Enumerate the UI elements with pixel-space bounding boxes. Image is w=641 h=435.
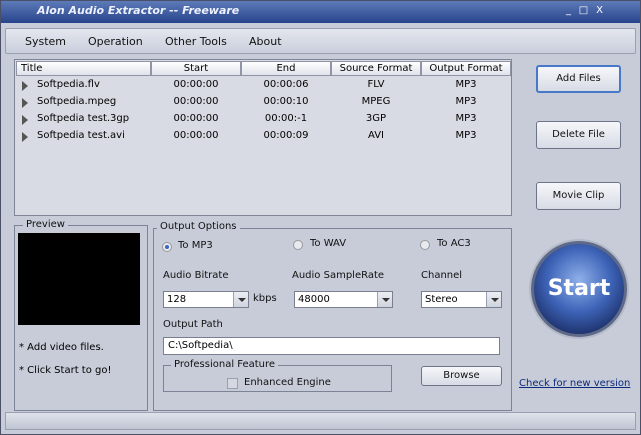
menu-about[interactable]: About bbox=[249, 35, 282, 48]
cell-start: 00:00:00 bbox=[173, 113, 219, 124]
row-arrow-icon bbox=[22, 98, 28, 108]
menu-other-tools[interactable]: Other Tools bbox=[165, 35, 227, 48]
app-window: Alon Audio Extractor -- Freeware _ □ X S… bbox=[0, 0, 641, 435]
maximize-icon[interactable]: □ bbox=[577, 5, 590, 17]
column-start[interactable]: Start bbox=[151, 61, 241, 76]
row-arrow-icon bbox=[22, 115, 28, 125]
preview-label: Preview bbox=[23, 219, 68, 230]
status-bar bbox=[5, 412, 636, 430]
row-arrow-icon bbox=[22, 132, 28, 142]
cell-start: 00:00:00 bbox=[173, 79, 219, 90]
cell-title: Softpedia.flv bbox=[37, 79, 100, 90]
output-options-label: Output Options bbox=[157, 221, 240, 232]
table-row[interactable]: Softpedia.mpeg 00:00:00 00:00:10 MPEG MP… bbox=[15, 94, 511, 110]
cell-start: 00:00:00 bbox=[173, 130, 219, 141]
add-files-button[interactable]: Add Files bbox=[536, 65, 621, 93]
minimize-icon[interactable]: _ bbox=[562, 5, 575, 17]
note-add-files: * Add video files. bbox=[19, 342, 104, 353]
file-list[interactable]: Title Start End Source Format Output For… bbox=[14, 59, 512, 216]
radio-ac3-label[interactable]: To AC3 bbox=[437, 238, 471, 249]
cell-source: MPEG bbox=[361, 96, 391, 107]
radio-mp3-label[interactable]: To MP3 bbox=[178, 240, 213, 251]
check-new-version-link[interactable]: Check for new version bbox=[519, 378, 630, 389]
channel-value: Stereo bbox=[425, 294, 458, 305]
chevron-down-icon[interactable] bbox=[377, 292, 392, 307]
audio-samplerate-select[interactable]: 48000 bbox=[294, 291, 393, 308]
browse-button[interactable]: Browse bbox=[421, 366, 502, 386]
row-arrow-icon bbox=[22, 81, 28, 91]
cell-end: 00:00:06 bbox=[263, 79, 309, 90]
table-row[interactable]: Softpedia test.3gp 00:00:00 00:00:-1 3GP… bbox=[15, 111, 511, 127]
cell-output: MP3 bbox=[455, 96, 477, 107]
column-end[interactable]: End bbox=[241, 61, 331, 76]
enhanced-engine-checkbox[interactable] bbox=[227, 378, 238, 389]
radio-mp3[interactable] bbox=[162, 242, 172, 252]
cell-output: MP3 bbox=[455, 130, 477, 141]
cell-output: MP3 bbox=[455, 113, 477, 124]
menu-system[interactable]: System bbox=[25, 35, 66, 48]
note-click-start: * Click Start to go! bbox=[19, 365, 112, 376]
enhanced-engine-label[interactable]: Enhanced Engine bbox=[244, 377, 331, 388]
start-button-label: Start bbox=[547, 276, 611, 301]
delete-file-button[interactable]: Delete File bbox=[536, 121, 621, 149]
column-output-format[interactable]: Output Format bbox=[421, 61, 511, 76]
channel-select[interactable]: Stereo bbox=[421, 291, 502, 308]
column-title[interactable]: Title bbox=[16, 61, 151, 76]
radio-ac3[interactable] bbox=[420, 240, 430, 250]
table-row[interactable]: Softpedia test.avi 00:00:00 00:00:09 AVI… bbox=[15, 128, 511, 144]
cell-source: AVI bbox=[368, 130, 384, 141]
output-path-input[interactable]: C:\Softpedia\ bbox=[163, 337, 500, 355]
cell-end: 00:00:09 bbox=[263, 130, 309, 141]
window-title: Alon Audio Extractor -- Freeware bbox=[37, 4, 240, 17]
column-source-format[interactable]: Source Format bbox=[331, 61, 421, 76]
bitrate-unit-label: kbps bbox=[253, 293, 277, 304]
audio-bitrate-label: Audio Bitrate bbox=[163, 270, 229, 281]
cell-output: MP3 bbox=[455, 79, 477, 90]
audio-bitrate-select[interactable]: 128 bbox=[163, 291, 249, 308]
audio-samplerate-label: Audio SampleRate bbox=[292, 270, 385, 281]
cell-end: 00:00:10 bbox=[263, 96, 309, 107]
radio-wav-label[interactable]: To WAV bbox=[310, 238, 346, 249]
chevron-down-icon[interactable] bbox=[486, 292, 501, 307]
audio-samplerate-value: 48000 bbox=[298, 294, 330, 305]
title-bar: Alon Audio Extractor -- Freeware _ □ X bbox=[1, 1, 640, 23]
audio-bitrate-value: 128 bbox=[167, 294, 187, 305]
cell-source: 3GP bbox=[365, 113, 387, 124]
output-path-label: Output Path bbox=[163, 319, 223, 330]
cell-title: Softpedia test.3gp bbox=[37, 113, 130, 124]
table-row[interactable]: Softpedia.flv 00:00:00 00:00:06 FLV MP3 bbox=[15, 77, 511, 93]
start-button[interactable]: Start bbox=[531, 241, 627, 337]
cell-title: Softpedia test.avi bbox=[37, 130, 125, 141]
movie-clip-button[interactable]: Movie Clip bbox=[536, 182, 621, 210]
menu-bar: System Operation Other Tools About bbox=[5, 28, 636, 54]
cell-start: 00:00:00 bbox=[173, 96, 219, 107]
chevron-down-icon[interactable] bbox=[233, 292, 248, 307]
professional-feature-label: Professional Feature bbox=[171, 359, 279, 370]
radio-wav[interactable] bbox=[293, 240, 303, 250]
cell-title: Softpedia.mpeg bbox=[37, 96, 117, 107]
preview-screen bbox=[18, 233, 140, 325]
cell-end: 00:00:-1 bbox=[264, 113, 308, 124]
cell-source: FLV bbox=[367, 79, 385, 90]
menu-operation[interactable]: Operation bbox=[88, 35, 143, 48]
close-icon[interactable]: X bbox=[593, 5, 606, 17]
channel-label: Channel bbox=[421, 270, 463, 281]
